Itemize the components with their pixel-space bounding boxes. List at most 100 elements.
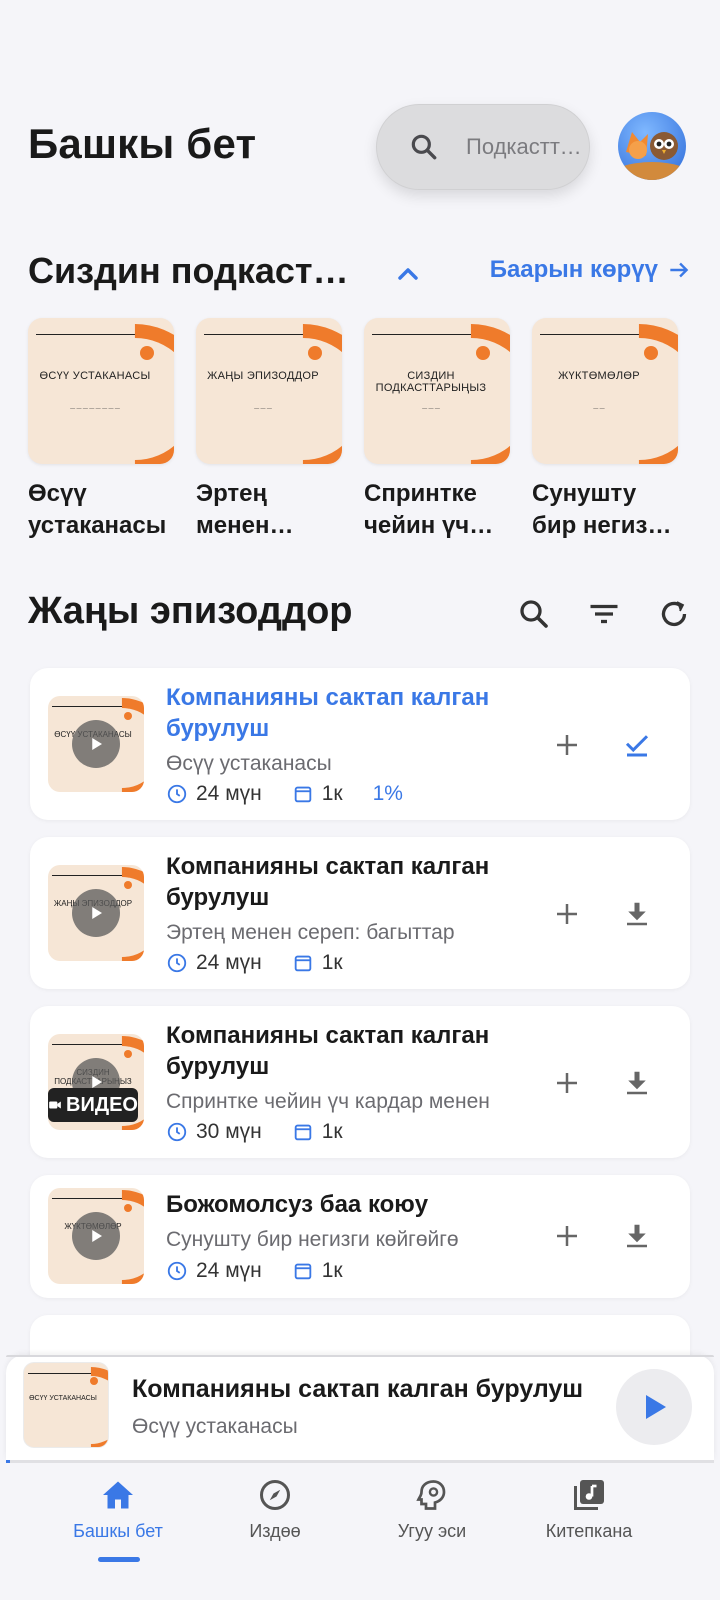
search-placeholder: Подкасттарды издөө (466, 134, 586, 159)
nav-discover[interactable]: Издөө (195, 1477, 355, 1542)
podcast-name: Өсүү устаканасы (28, 480, 167, 539)
search-icon (411, 134, 437, 160)
add-to-queue-icon[interactable] (552, 1221, 582, 1251)
avatar[interactable] (618, 112, 686, 180)
active-tab-indicator (98, 1557, 140, 1562)
cover-title: ӨСҮҮ УСТАКАНАСЫ (29, 1395, 97, 1402)
clock-icon (167, 1261, 187, 1281)
search-icon[interactable] (516, 596, 552, 632)
nav-memory[interactable]: Угуу эси (352, 1477, 512, 1542)
page-title: Башкы бет (28, 120, 257, 167)
episode-podcast: Өсүү устаканасы (166, 752, 332, 775)
podcast-cover: ЖҮКТӨМӨЛӨР — — (532, 318, 678, 464)
compass-icon (260, 1480, 290, 1510)
episode-title: Божомолсуз баа коюу (166, 1191, 429, 1218)
clock-icon (167, 784, 187, 804)
nav-library[interactable]: Китепкана (509, 1477, 669, 1542)
podcast-name: Эртең менен сереп: багыттар (196, 480, 270, 539)
podcast-cover: ӨСҮҮ УСТАКАНАСЫ — — — — — — — — (28, 318, 174, 464)
episode-duration: 30 мүн (196, 1120, 262, 1143)
clock-icon (167, 953, 187, 973)
arrow-right-icon (670, 262, 689, 278)
chevron-up-icon[interactable] (392, 258, 424, 290)
play-icon (92, 1230, 102, 1242)
refresh-icon[interactable] (656, 596, 692, 632)
episode-meta: 24 мүн 1к (166, 951, 373, 975)
episode-duration: 24 мүн (196, 951, 262, 974)
episode-meta: 24 мүн 1к 1% (166, 782, 403, 806)
episode-title: Компанияны сактап калган бурулуш (166, 684, 490, 742)
episode-title: Компанияны сактап калган бурулуш (166, 853, 490, 911)
episode-podcast: Спринтке чейин үч кардар менен (166, 1090, 490, 1113)
episode-cover: ӨСҮҮ УСТАКАНАСЫ (48, 696, 144, 792)
cover-title: СИЗДИН ПОДКАСТТАРЫҢЫЗ (375, 370, 487, 394)
video-label: ВИДЕО (66, 1093, 138, 1116)
mini-player[interactable]: ӨСҮҮ УСТАКАНАСЫ Компанияны сактап калган… (6, 1355, 714, 1461)
download-icon[interactable] (622, 1068, 652, 1098)
episode-duration: 24 мүн (196, 1259, 262, 1282)
download-icon[interactable] (622, 1221, 652, 1251)
podcast-name: Спринтке чейин үч кардар (364, 480, 477, 539)
episode-cover: ЖҮКТӨМӨЛӨР (48, 1188, 144, 1284)
calendar-icon (294, 786, 311, 803)
home-icon (103, 1481, 133, 1509)
cover-title: ЖАҢЫ ЭПИЗОДДОР (207, 370, 319, 382)
episode-meta: 30 мүн 1к (166, 1120, 373, 1144)
episode-podcast: Сунушту бир негизги көйгөйгө (166, 1228, 459, 1251)
search-bar[interactable]: Подкасттарды издөө (376, 104, 590, 190)
podcasts-section-header: Сиздин подкасттарыңыз Баарын көрүү (28, 250, 692, 300)
episode-item[interactable]: СИЗДИН ПОДКАСТТАРЫҢЫЗ ВИДЕО Компанияны с… (30, 1006, 690, 1158)
episode-title: Компанияны сактап калган бурулуш (166, 1022, 490, 1080)
episode-date: 1к (321, 951, 343, 974)
see-all-label: Баарын көрүү (489, 256, 658, 283)
episode-podcast: Эртең менен сереп: багыттар (166, 921, 455, 944)
filter-icon[interactable] (586, 596, 622, 632)
episode-cover: ЖАҢЫ ЭПИЗОДДОР (48, 865, 144, 961)
episode-meta: 24 мүн 1к (166, 1259, 373, 1283)
downloaded-check-icon[interactable] (622, 730, 652, 760)
podcast-card[interactable]: ЖАҢЫ ЭПИЗОДДОР — — — Эртең менен сереп: … (196, 318, 342, 542)
episode-date: 1к (321, 782, 343, 805)
now-playing-podcast: Өсүү устаканасы (132, 1415, 298, 1438)
avatar-illustration (618, 132, 686, 180)
add-to-queue-icon[interactable] (552, 1068, 582, 1098)
calendar-icon (294, 1124, 311, 1141)
episode-date: 1к (321, 1259, 343, 1282)
episode-date: 1к (321, 1120, 343, 1143)
add-to-queue-icon[interactable] (552, 899, 582, 929)
nav-label: Издөө (249, 1521, 301, 1541)
brain-icon (416, 1480, 446, 1510)
podcast-card[interactable]: ЖҮКТӨМӨЛӨР — — Сунушту бир негизги көйгө… (532, 318, 678, 542)
bottom-navigation: Башкы бет Издөө Угуу эси Китепкана (0, 1463, 720, 1600)
calendar-icon (294, 955, 311, 972)
episode-item[interactable]: ЖАҢЫ ЭПИЗОДДОР Компанияны сактап калган … (30, 837, 690, 989)
episode-progress: 1% (372, 782, 403, 805)
play-overlay[interactable] (72, 720, 120, 768)
cover-title: ЖҮКТӨМӨЛӨР (558, 370, 640, 382)
see-all-link[interactable]: Баарын көрүү (490, 256, 692, 284)
podcast-card[interactable]: ӨСҮҮ УСТАКАНАСЫ — — — — — — — — Өсүү уст… (28, 318, 174, 542)
nav-label: Китепкана (545, 1521, 633, 1541)
play-overlay[interactable] (72, 1212, 120, 1260)
play-icon (646, 1395, 666, 1419)
podcast-cover: СИЗДИН ПОДКАСТТАРЫҢЫЗ — — — (364, 318, 510, 464)
episode-item[interactable]: ӨСҮҮ УСТАКАНАСЫ Компанияны сактап калган… (30, 668, 690, 820)
top-app-bar: Башкы бет Подкасттарды издөө (28, 100, 692, 190)
play-overlay[interactable] (72, 889, 120, 937)
podcast-cover: ЖАҢЫ ЭПИЗОДДОР — — — (196, 318, 342, 464)
nav-label: Угуу эси (397, 1521, 467, 1541)
episode-duration: 24 мүн (196, 782, 262, 805)
section-title: Сиздин подкасттарыңыз (28, 250, 360, 291)
play-icon (92, 738, 102, 750)
nav-home[interactable]: Башкы бет (38, 1477, 198, 1542)
download-icon[interactable] (622, 899, 652, 929)
library-icon (574, 1480, 604, 1510)
video-camera-icon (49, 1101, 61, 1109)
podcast-name: Сунушту бир негизги көйгөйгө (532, 480, 673, 539)
podcast-card[interactable]: СИЗДИН ПОДКАСТТАРЫҢЫЗ — — — Спринтке чей… (364, 318, 510, 542)
video-badge: ВИДЕО (48, 1088, 138, 1122)
play-button[interactable] (616, 1369, 692, 1445)
calendar-icon (294, 1263, 311, 1280)
add-to-queue-icon[interactable] (552, 730, 582, 760)
episode-item[interactable]: ЖҮКТӨМӨЛӨР Божомолсуз баа коюу Сунушту б… (30, 1175, 690, 1298)
